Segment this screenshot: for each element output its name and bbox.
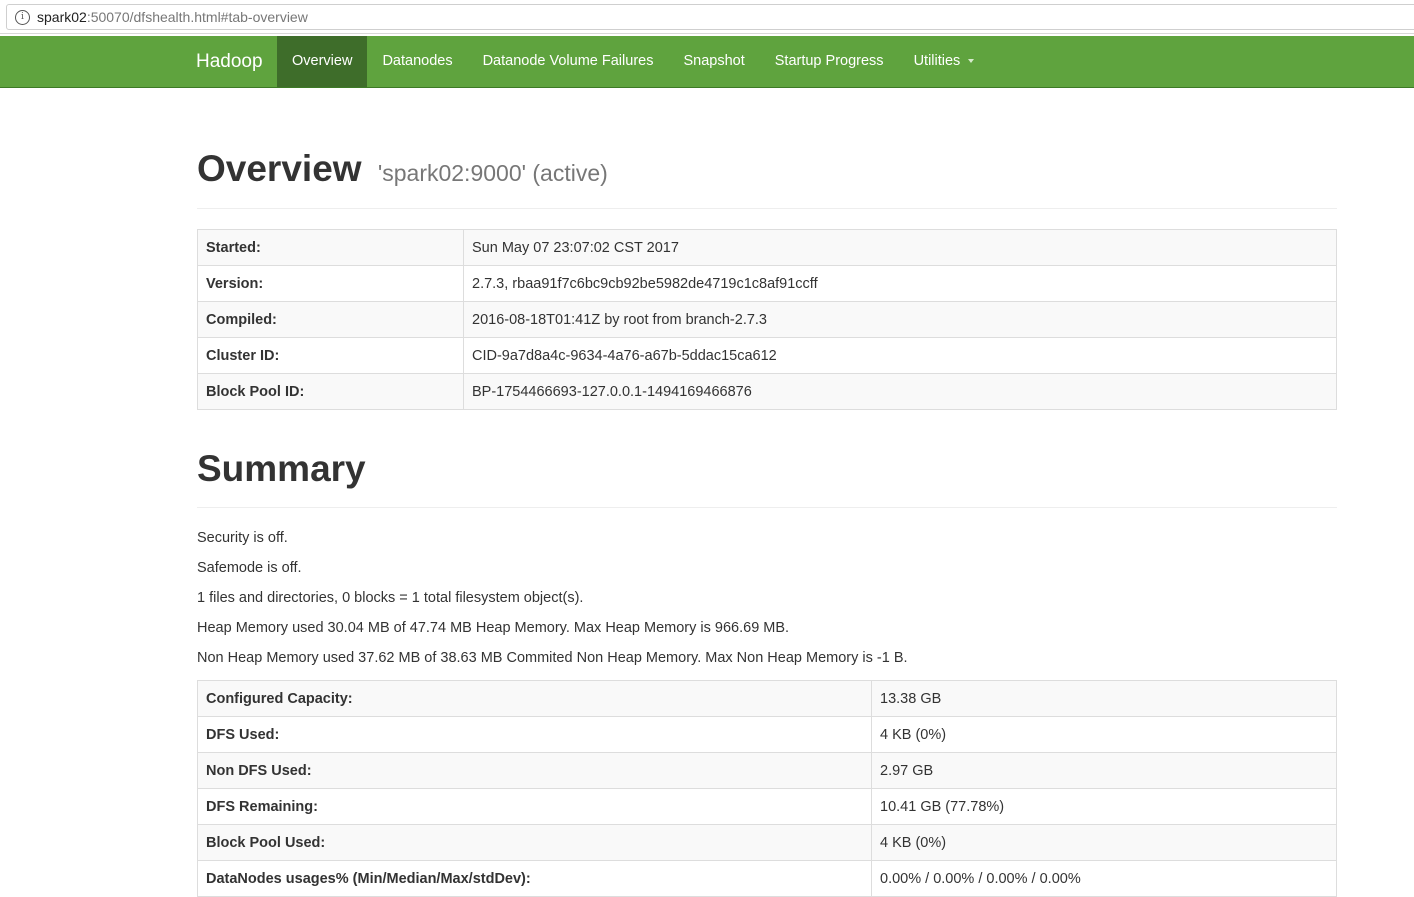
row-value: BP-1754466693-127.0.0.1-1494169466876 [463,373,1337,410]
table-row: Block Pool Used: 4 KB (0%) [197,824,1337,861]
brand-link[interactable]: Hadoop [196,36,263,87]
nav-tab-snapshot[interactable]: Snapshot [668,36,759,87]
top-navbar: Hadoop Overview Datanodes Datanode Volum… [0,36,1414,88]
table-row: Cluster ID: CID-9a7d8a4c-9634-4a76-a67b-… [197,337,1337,374]
non-heap-memory: Non Heap Memory used 37.62 MB of 38.63 M… [197,650,908,666]
table-row: DFS Used: 4 KB (0%) [197,716,1337,753]
row-value: 10.41 GB (77.78%) [871,788,1337,825]
table-row: Version: 2.7.3, rbaa91f7c6bc9cb92be5982d… [197,265,1337,302]
info-icon[interactable]: i [15,9,30,25]
heap-memory: Heap Memory used 30.04 MB of 47.74 MB He… [197,620,790,636]
table-row: Started: Sun May 07 23:07:02 CST 2017 [197,229,1337,266]
row-key: Cluster ID: [197,337,464,374]
row-key: Block Pool ID: [197,373,464,410]
row-key: Configured Capacity: [197,680,872,717]
overview-header: Overview 'spark02:9000' (active) [197,148,1337,209]
row-key: Compiled: [197,301,464,338]
chevron-down-icon [968,59,975,64]
row-value: 4 KB (0%) [871,824,1337,861]
row-key: Block Pool Used: [197,824,872,861]
table-row: Non DFS Used: 2.97 GB [197,752,1337,789]
row-value: Sun May 07 23:07:02 CST 2017 [463,229,1337,266]
row-key: DataNodes usages% (Min/Median/Max/stdDev… [197,860,872,897]
row-value: 2016-08-18T01:41Z by root from branch-2.… [463,301,1337,338]
page-title: Overview 'spark02:9000' (active) [197,148,1337,194]
url-field[interactable]: i spark02:50070/dfshealth.html#tab-overv… [6,4,1414,30]
table-row: Block Pool ID: BP-1754466693-127.0.0.1-1… [197,373,1337,410]
browser-address-bar: i spark02:50070/dfshealth.html#tab-overv… [0,0,1414,34]
row-value: 2.97 GB [871,752,1337,789]
row-value: CID-9a7d8a4c-9634-4a76-a67b-5ddac15ca612 [463,337,1337,374]
table-row: DFS Remaining: 10.41 GB (77.78%) [197,788,1337,825]
main-content: Overview 'spark02:9000' (active) Started… [197,88,1337,897]
url-host: spark02 [37,9,87,25]
row-value: 4 KB (0%) [871,716,1337,753]
overview-title: Overview [197,148,362,189]
row-key: Non DFS Used: [197,752,872,789]
row-value: 2.7.3, rbaa91f7c6bc9cb92be5982de4719c1c8… [463,265,1337,302]
nav-menu: Overview Datanodes Datanode Volume Failu… [277,36,989,87]
overview-table: Started: Sun May 07 23:07:02 CST 2017 Ve… [197,229,1337,410]
nav-tab-utilities-label: Utilities [913,53,961,69]
filesystem-objects: 1 files and directories, 0 blocks = 1 to… [197,590,584,606]
summary-title: Summary [197,448,366,489]
row-value: 13.38 GB [871,680,1337,717]
summary-header: Summary [197,448,1337,508]
table-row: Configured Capacity: 13.38 GB [197,680,1337,717]
row-key: DFS Remaining: [197,788,872,825]
nav-tab-datanode-volume-failures[interactable]: Datanode Volume Failures [468,36,669,87]
capacity-table: Configured Capacity: 13.38 GB DFS Used: … [197,680,1337,897]
table-row: DataNodes usages% (Min/Median/Max/stdDev… [197,860,1337,897]
nav-tab-utilities[interactable]: Utilities [899,36,990,87]
nav-tab-startup-progress[interactable]: Startup Progress [760,36,899,87]
namenode-address: 'spark02:9000' (active) [377,160,608,186]
nav-tab-overview[interactable]: Overview [277,36,368,87]
url-path: :50070/dfshealth.html#tab-overview [86,9,308,25]
safemode-status: Safemode is off. [197,560,302,576]
row-key: Started: [197,229,464,266]
summary-status-lines: Security is off. Safemode is off. 1 file… [197,528,1337,678]
table-row: Compiled: 2016-08-18T01:41Z by root from… [197,301,1337,338]
row-value: 0.00% / 0.00% / 0.00% / 0.00% [871,860,1337,897]
row-key: Version: [197,265,464,302]
row-key: DFS Used: [197,716,872,753]
security-status: Security is off. [197,530,288,546]
nav-tab-datanodes[interactable]: Datanodes [367,36,467,87]
